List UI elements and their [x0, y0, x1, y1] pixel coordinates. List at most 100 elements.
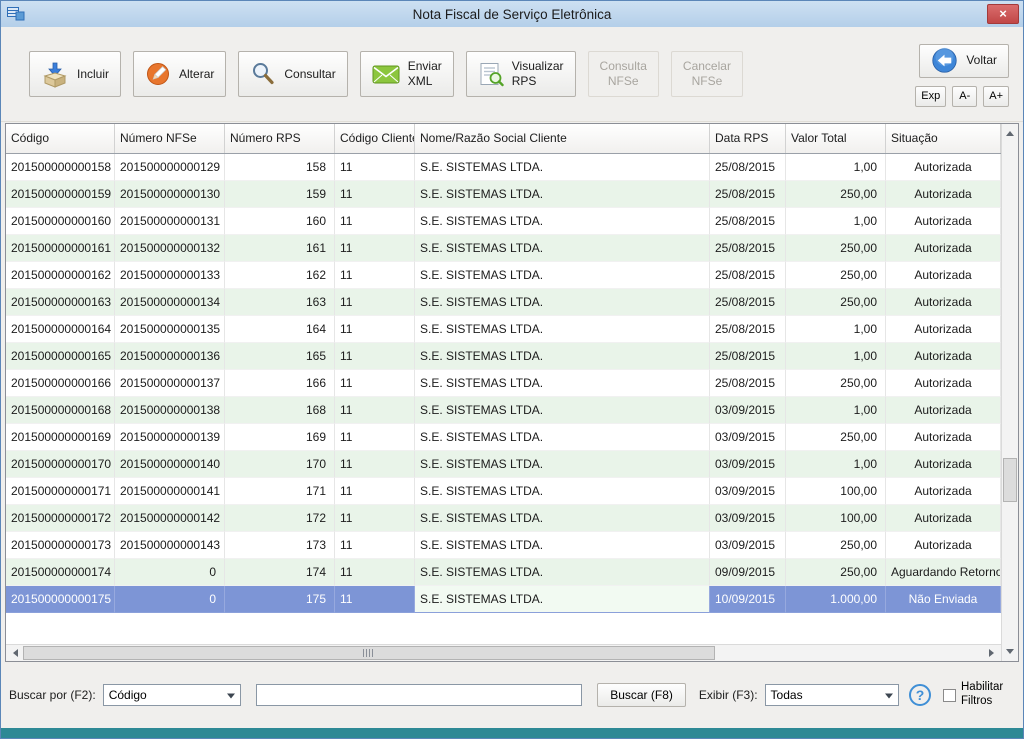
table-cell[interactable]: S.E. SISTEMAS LTDA. [415, 532, 710, 559]
table-cell[interactable]: 1,00 [786, 451, 886, 478]
table-row[interactable]: 201500000000174017411S.E. SISTEMAS LTDA.… [6, 559, 1001, 586]
table-row[interactable]: 20150000000016320150000000013416311S.E. … [6, 289, 1001, 316]
table-cell[interactable]: Autorizada [886, 424, 1001, 451]
table-cell[interactable]: 100,00 [786, 505, 886, 532]
table-row[interactable]: 20150000000016420150000000013516411S.E. … [6, 316, 1001, 343]
table-cell[interactable]: 03/09/2015 [710, 505, 786, 532]
table-cell[interactable]: 25/08/2015 [710, 235, 786, 262]
table-cell[interactable]: S.E. SISTEMAS LTDA. [415, 262, 710, 289]
table-cell[interactable]: 250,00 [786, 181, 886, 208]
table-cell[interactable]: 166 [225, 370, 335, 397]
table-cell[interactable]: 11 [335, 289, 415, 316]
help-icon[interactable]: ? [909, 684, 931, 706]
table-row[interactable]: 20150000000017320150000000014317311S.E. … [6, 532, 1001, 559]
table-cell[interactable]: 250,00 [786, 289, 886, 316]
table-cell[interactable]: 162 [225, 262, 335, 289]
table-cell[interactable]: 25/08/2015 [710, 316, 786, 343]
column-header[interactable]: Nome/Razão Social Cliente [415, 124, 710, 153]
buscar-por-combo[interactable]: Código [103, 684, 241, 706]
visualizar-rps-button[interactable]: Visualizar RPS [466, 51, 576, 97]
vertical-scroll-thumb[interactable] [1003, 458, 1017, 502]
table-cell[interactable]: 25/08/2015 [710, 208, 786, 235]
table-cell[interactable]: 201500000000143 [115, 532, 225, 559]
table-cell[interactable]: 25/08/2015 [710, 370, 786, 397]
table-cell[interactable]: 03/09/2015 [710, 532, 786, 559]
table-cell[interactable]: 25/08/2015 [710, 343, 786, 370]
table-cell[interactable]: 11 [335, 397, 415, 424]
table-cell[interactable]: 11 [335, 532, 415, 559]
table-cell[interactable]: 201500000000133 [115, 262, 225, 289]
table-row[interactable]: 20150000000016020150000000013116011S.E. … [6, 208, 1001, 235]
table-cell[interactable]: Autorizada [886, 532, 1001, 559]
table-cell[interactable]: S.E. SISTEMAS LTDA. [415, 154, 710, 181]
table-cell[interactable]: 201500000000170 [6, 451, 115, 478]
table-cell[interactable]: 250,00 [786, 559, 886, 586]
search-input[interactable] [256, 684, 582, 706]
table-cell[interactable]: 201500000000129 [115, 154, 225, 181]
table-cell[interactable]: 0 [115, 559, 225, 586]
consultar-button[interactable]: Consultar [238, 51, 347, 97]
table-cell[interactable]: 201500000000135 [115, 316, 225, 343]
table-cell[interactable]: 11 [335, 316, 415, 343]
cancelar-nfse-button[interactable]: Cancelar NFSe [671, 51, 743, 97]
table-cell[interactable]: 168 [225, 397, 335, 424]
scroll-right-arrow-icon[interactable] [984, 645, 1001, 661]
table-cell[interactable]: S.E. SISTEMAS LTDA. [415, 586, 710, 613]
table-cell[interactable]: 03/09/2015 [710, 478, 786, 505]
scroll-up-arrow-icon[interactable] [1002, 124, 1018, 141]
table-cell[interactable]: 201500000000172 [6, 505, 115, 532]
exibir-combo[interactable]: Todas [765, 684, 899, 706]
table-row[interactable]: 20150000000016120150000000013216111S.E. … [6, 235, 1001, 262]
table-cell[interactable]: Autorizada [886, 343, 1001, 370]
table-cell[interactable]: 250,00 [786, 532, 886, 559]
horizontal-scroll-track[interactable] [23, 645, 984, 661]
table-cell[interactable]: 201500000000159 [6, 181, 115, 208]
horizontal-scrollbar[interactable] [6, 644, 1001, 661]
table-cell[interactable]: 201500000000174 [6, 559, 115, 586]
table-row[interactable]: 20150000000017120150000000014117111S.E. … [6, 478, 1001, 505]
table-cell[interactable]: Aguardando Retorno [886, 559, 1001, 586]
scroll-left-arrow-icon[interactable] [6, 645, 23, 661]
table-cell[interactable]: S.E. SISTEMAS LTDA. [415, 235, 710, 262]
table-cell[interactable]: Autorizada [886, 451, 1001, 478]
table-cell[interactable]: S.E. SISTEMAS LTDA. [415, 451, 710, 478]
table-cell[interactable]: 11 [335, 370, 415, 397]
table-cell[interactable]: Autorizada [886, 505, 1001, 532]
table-cell[interactable]: 25/08/2015 [710, 262, 786, 289]
table-cell[interactable]: 100,00 [786, 478, 886, 505]
table-cell[interactable]: 25/08/2015 [710, 181, 786, 208]
column-header[interactable]: Número RPS [225, 124, 335, 153]
table-cell[interactable]: 250,00 [786, 262, 886, 289]
habilitar-filtros-checkbox[interactable] [943, 689, 956, 702]
table-cell[interactable]: S.E. SISTEMAS LTDA. [415, 397, 710, 424]
consulta-nfse-button[interactable]: Consulta NFSe [588, 51, 659, 97]
table-cell[interactable]: Autorizada [886, 154, 1001, 181]
table-cell[interactable]: S.E. SISTEMAS LTDA. [415, 424, 710, 451]
vertical-scroll-track[interactable] [1002, 141, 1018, 644]
table-cell[interactable]: 03/09/2015 [710, 424, 786, 451]
table-cell[interactable]: Autorizada [886, 235, 1001, 262]
exp-button[interactable]: Exp [915, 86, 946, 107]
table-cell[interactable]: 169 [225, 424, 335, 451]
table-cell[interactable]: 11 [335, 262, 415, 289]
font-decrease-button[interactable]: A- [952, 86, 977, 107]
table-row[interactable]: 20150000000017020150000000014017011S.E. … [6, 451, 1001, 478]
table-cell[interactable]: 11 [335, 343, 415, 370]
table-cell[interactable]: S.E. SISTEMAS LTDA. [415, 208, 710, 235]
table-cell[interactable]: 11 [335, 208, 415, 235]
table-cell[interactable]: 03/09/2015 [710, 451, 786, 478]
horizontal-scroll-thumb[interactable] [23, 646, 715, 660]
table-cell[interactable]: 11 [335, 451, 415, 478]
table-cell[interactable]: 11 [335, 424, 415, 451]
table-cell[interactable]: 160 [225, 208, 335, 235]
table-cell[interactable]: 201500000000140 [115, 451, 225, 478]
table-cell[interactable]: 09/09/2015 [710, 559, 786, 586]
table-cell[interactable]: 25/08/2015 [710, 289, 786, 316]
table-cell[interactable]: S.E. SISTEMAS LTDA. [415, 289, 710, 316]
table-cell[interactable]: Autorizada [886, 181, 1001, 208]
table-cell[interactable]: 201500000000134 [115, 289, 225, 316]
column-header[interactable]: Situação [886, 124, 1001, 153]
table-cell[interactable]: 11 [335, 181, 415, 208]
table-cell[interactable]: 201500000000158 [6, 154, 115, 181]
table-row[interactable]: 20150000000015920150000000013015911S.E. … [6, 181, 1001, 208]
